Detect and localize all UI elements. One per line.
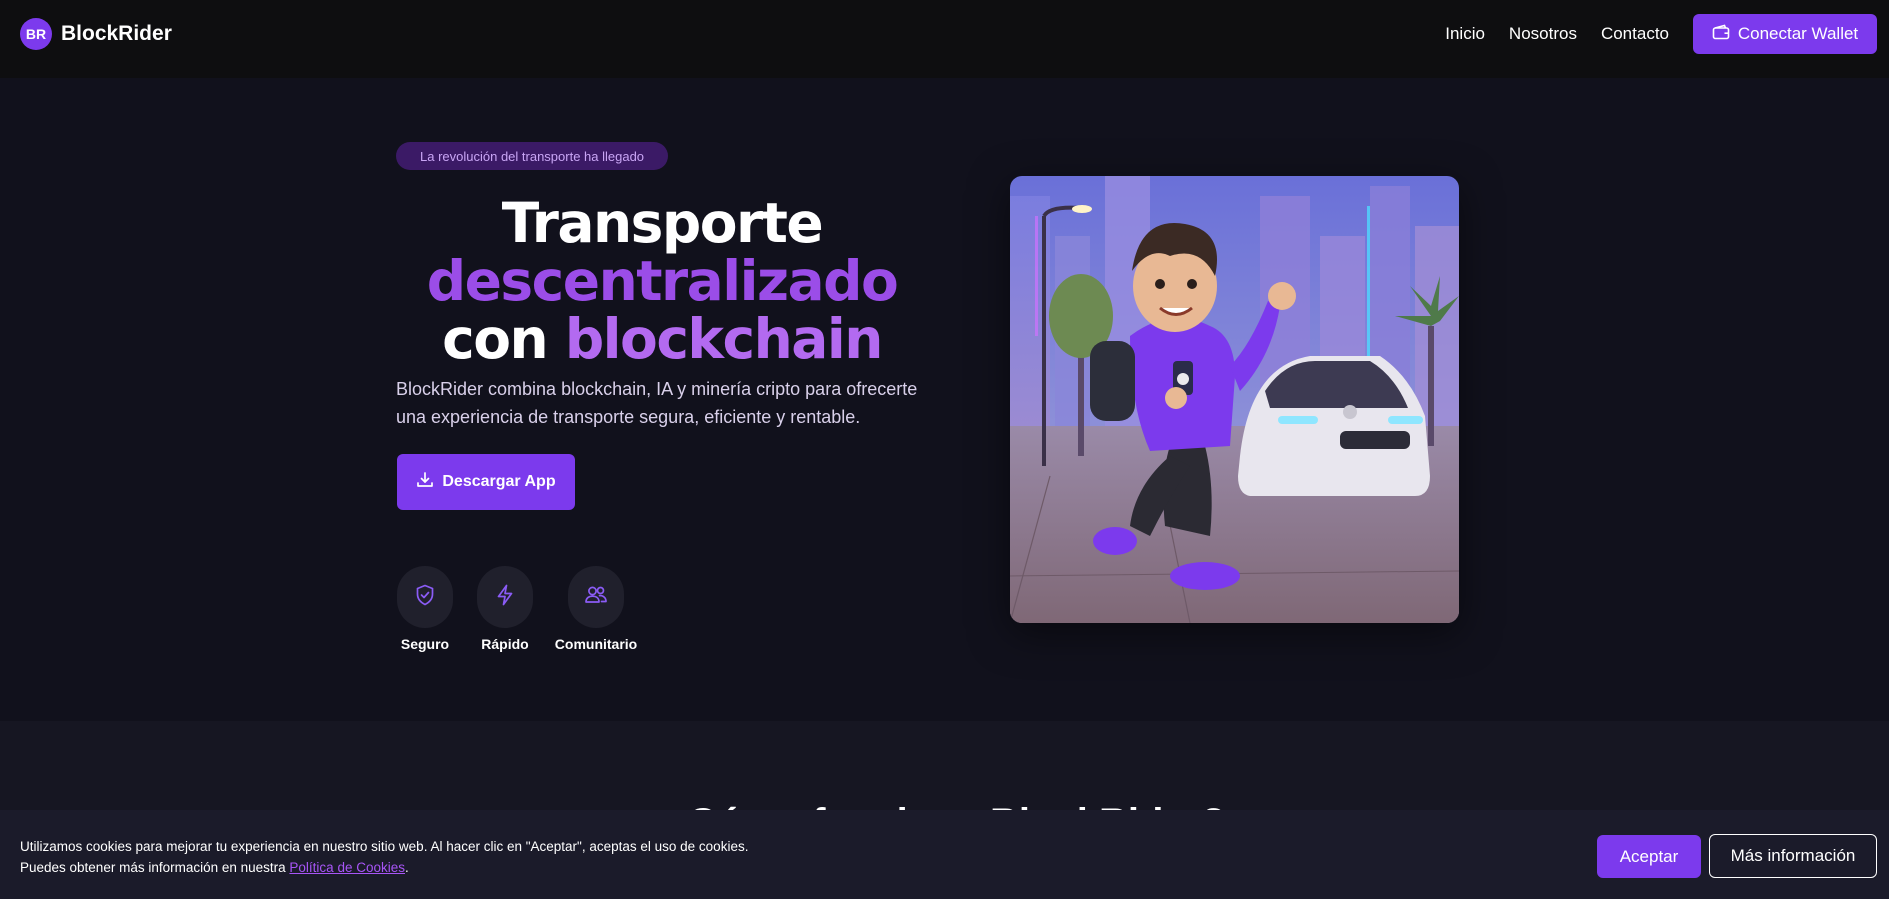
hero-illustration xyxy=(1010,176,1459,623)
feature-comunitario: Comunitario xyxy=(555,566,637,652)
feature-circle xyxy=(397,566,453,628)
shield-check-icon xyxy=(413,583,437,612)
accept-cookies-button[interactable]: Aceptar xyxy=(1597,835,1701,878)
cookie-text-line-1: Utilizamos cookies para mejorar tu exper… xyxy=(20,839,749,854)
connect-wallet-label: Conectar Wallet xyxy=(1737,24,1859,43)
headline-line-3b: blockchain xyxy=(564,307,884,371)
nav-link-contacto[interactable]: Contacto xyxy=(1601,24,1669,44)
headline-line-3a: con xyxy=(442,307,549,371)
download-icon xyxy=(416,471,434,494)
feature-circle xyxy=(568,566,624,628)
navbar: BR BlockRider Inicio Nosotros Contacto C… xyxy=(0,0,1889,78)
brand-name: BlockRider xyxy=(61,22,172,45)
headline-line-1: Transporte xyxy=(501,191,824,255)
more-info-button[interactable]: Más información xyxy=(1709,834,1877,878)
connect-wallet-button[interactable]: Conectar Wallet xyxy=(1693,14,1877,54)
cookie-text-line-2-suffix: . xyxy=(404,860,409,875)
feature-rapido: Rápido xyxy=(477,566,533,652)
hero-description: BlockRider combina blockchain, IA y mine… xyxy=(396,379,918,427)
feature-label: Seguro xyxy=(400,636,450,652)
tagline-badge: La revolución del transporte ha llegado xyxy=(396,142,669,170)
feature-label: Comunitario xyxy=(554,636,638,652)
nav-links: Inicio Nosotros Contacto xyxy=(1445,24,1669,44)
brand-logo: BR xyxy=(20,18,52,50)
lightning-icon xyxy=(493,583,517,612)
download-app-button[interactable]: Descargar App xyxy=(397,454,575,510)
brand[interactable]: BR BlockRider xyxy=(20,18,172,50)
users-icon xyxy=(583,583,609,612)
cookie-policy-link[interactable]: Política de Cookies xyxy=(289,860,405,875)
feature-label: Rápido xyxy=(481,636,529,652)
headline-line-2: descentralizado xyxy=(426,249,899,313)
hero-headline: Transporte descentralizado con blockchai… xyxy=(396,194,928,368)
download-app-label: Descargar App xyxy=(442,473,556,490)
cookie-text-line-2-prefix: Puedes obtener más información en nuestr… xyxy=(20,860,290,875)
hero-section: La revolución del transporte ha llegado … xyxy=(0,78,1889,721)
cookie-text: Utilizamos cookies para mejorar tu exper… xyxy=(20,836,748,878)
nav-link-inicio[interactable]: Inicio xyxy=(1445,24,1485,44)
nav-link-nosotros[interactable]: Nosotros xyxy=(1509,24,1577,44)
feature-seguro: Seguro xyxy=(397,566,453,652)
wallet-icon xyxy=(1712,24,1730,45)
feature-circle xyxy=(477,566,533,628)
